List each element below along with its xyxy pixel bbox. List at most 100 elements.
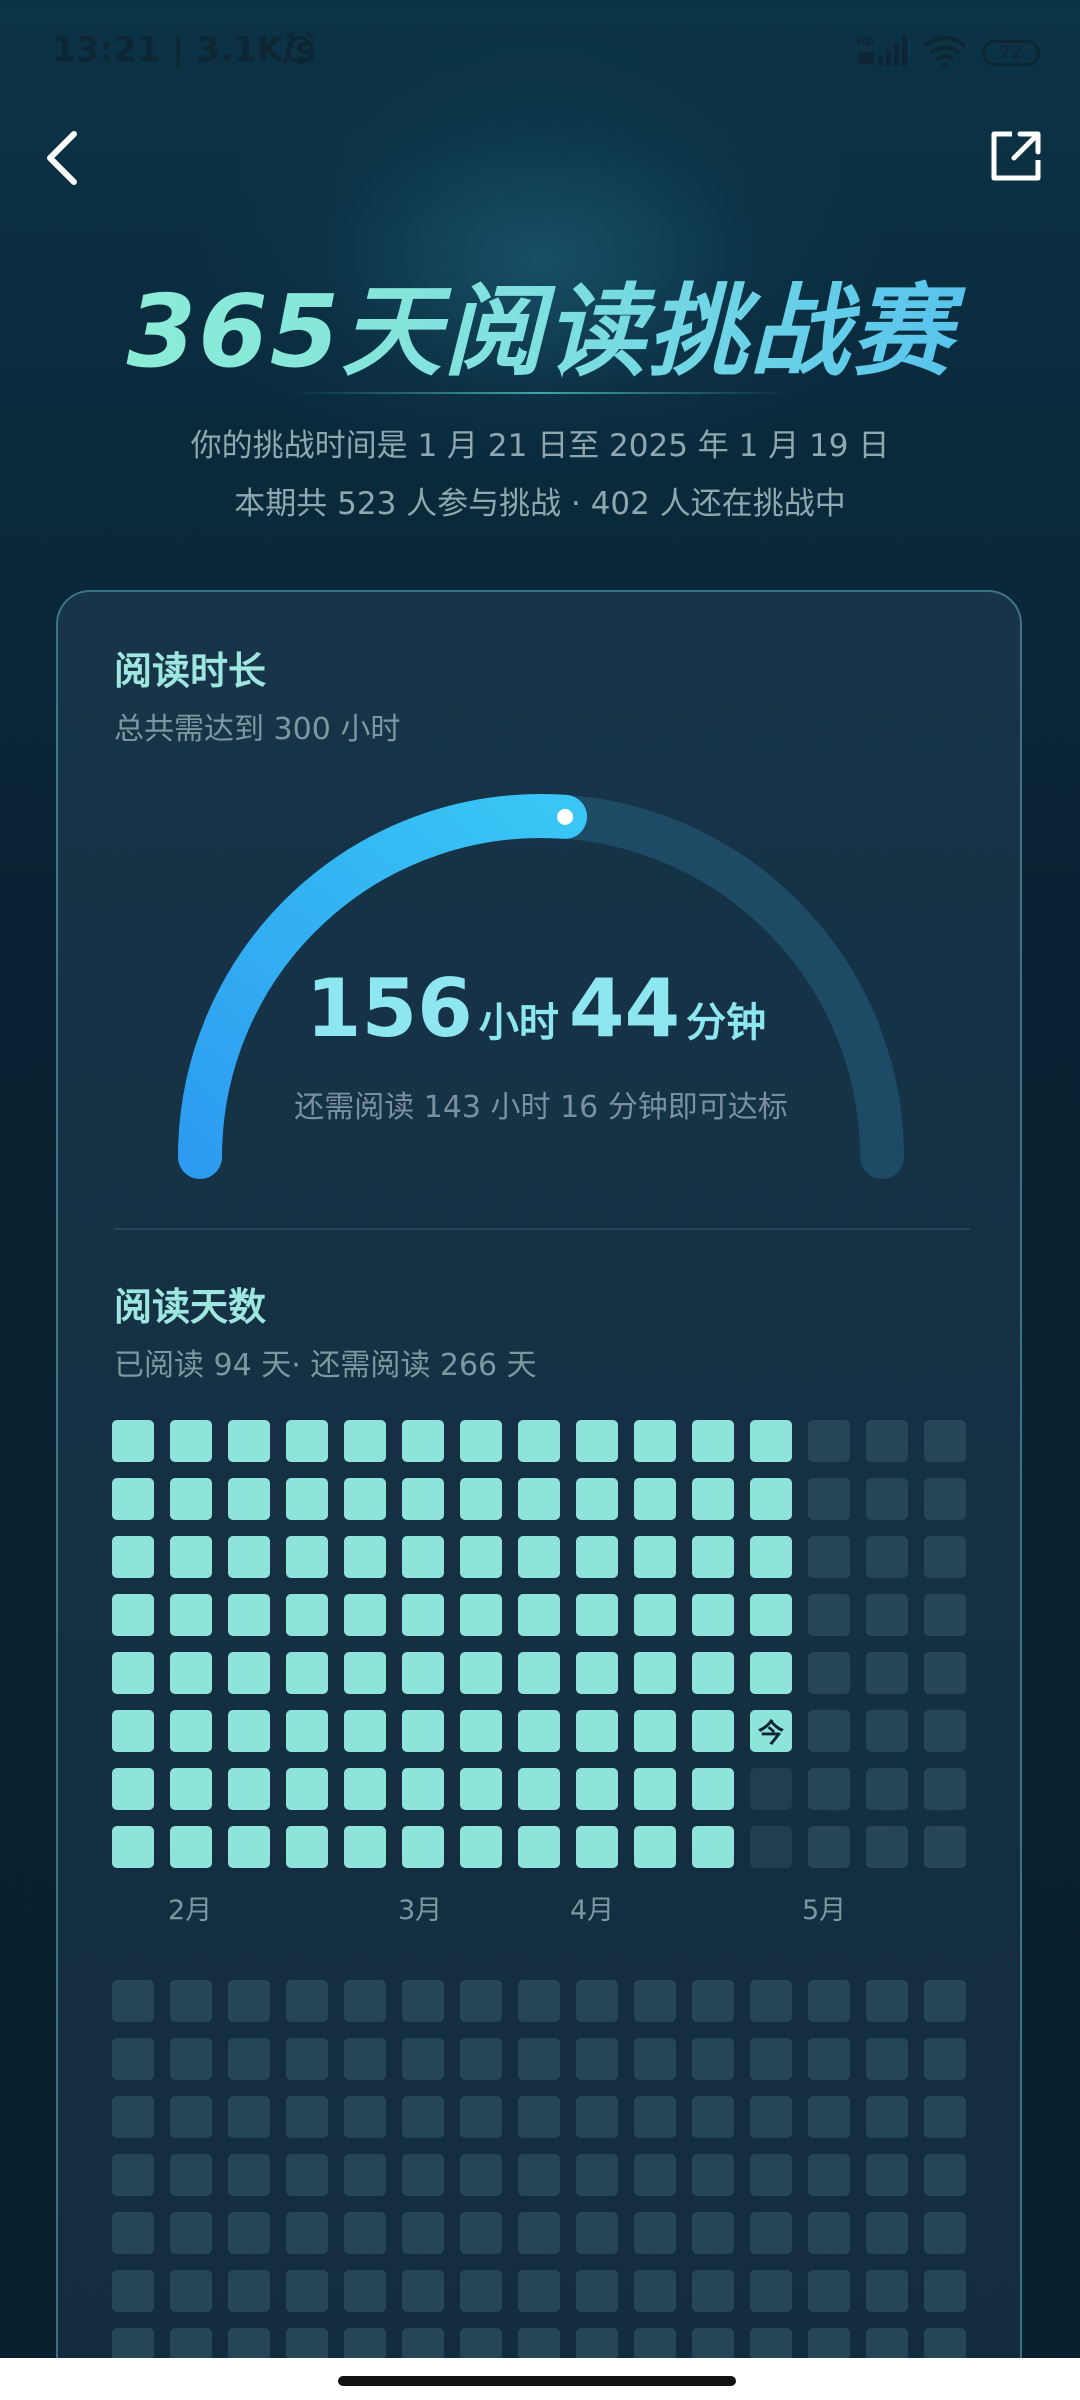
title-underline [290, 392, 790, 394]
day-cell-read [402, 1768, 444, 1810]
day-cell-unread [518, 2212, 560, 2254]
day-cell-read [692, 1652, 734, 1694]
reading-days-title: 阅读天数 [114, 1285, 267, 1329]
day-cell-unread [228, 1980, 270, 2022]
day-cell-unread [692, 2038, 734, 2080]
day-cell-unread [750, 2096, 792, 2138]
day-cell-read [228, 1420, 270, 1462]
day-cell-unread [460, 2154, 502, 2196]
day-cell-unread [518, 2154, 560, 2196]
month-label: 2月 [168, 1895, 213, 1926]
day-cell-unread [460, 2270, 502, 2312]
day-cell-unread [344, 2038, 386, 2080]
day-cell-unread [808, 2212, 850, 2254]
day-cell-read [286, 1710, 328, 1752]
day-cell-read [170, 1710, 212, 1752]
day-cell-unread [924, 1710, 966, 1752]
day-cell-unread [866, 1710, 908, 1752]
day-cell-unread [112, 2038, 154, 2080]
day-cell-unread [286, 1980, 328, 2022]
day-cell-read [576, 1768, 618, 1810]
day-cell-unread [866, 2154, 908, 2196]
day-cell-unread [808, 2270, 850, 2312]
day-cell-read [402, 1710, 444, 1752]
day-cell-unread [866, 2270, 908, 2312]
day-cell-read [750, 1536, 792, 1578]
day-cell-unread [866, 1594, 908, 1636]
day-cell-read [170, 1652, 212, 1694]
day-cell-unread [112, 2154, 154, 2196]
day-cell-unread [924, 2096, 966, 2138]
day-cell-read [344, 1420, 386, 1462]
day-cell-unread [692, 2096, 734, 2138]
day-cell-unread [460, 2096, 502, 2138]
day-cell-read [402, 1536, 444, 1578]
stats-card: 阅读时长 总共需达到 300 小时 156 小时 44 分钟 还需阅读 143 小时 … [56, 590, 1022, 2400]
day-cell-read [576, 1826, 618, 1868]
day-cell-unread [808, 1478, 850, 1520]
day-cell-unread [576, 2096, 618, 2138]
day-cell-unread [634, 2154, 676, 2196]
section-divider [114, 1228, 970, 1230]
day-cell-read [402, 1478, 444, 1520]
day-cell-read [518, 1536, 560, 1578]
day-cell-unread [634, 2212, 676, 2254]
day-cell-read [402, 1826, 444, 1868]
day-cell-unread [344, 1980, 386, 2022]
day-cell-read [170, 1768, 212, 1810]
page-title: 365天阅读挑战赛 [0, 250, 1080, 395]
status-right: HD 72 [856, 34, 1040, 72]
day-cell-read [634, 1710, 676, 1752]
day-cell-read [112, 1768, 154, 1810]
month-label: 5月 [802, 1895, 847, 1926]
day-cell-unread [750, 1980, 792, 2022]
day-cell-read [344, 1478, 386, 1520]
day-cell-unread [170, 2154, 212, 2196]
day-cell-read [286, 1768, 328, 1810]
day-cell-read [112, 1710, 154, 1752]
day-cell-read [112, 1536, 154, 1578]
day-cell-unread [460, 2212, 502, 2254]
day-cell-unread [750, 2038, 792, 2080]
day-cell-read [286, 1594, 328, 1636]
day-cell-unread [924, 1478, 966, 1520]
wifi-icon [922, 34, 968, 72]
day-cell-unread [286, 2038, 328, 2080]
day-cell-read [460, 1594, 502, 1636]
day-cell-unread [866, 1420, 908, 1462]
day-cell-unread [866, 2212, 908, 2254]
day-cell-unread [518, 2270, 560, 2312]
day-cell-read [634, 1420, 676, 1462]
day-cell-unread [924, 2212, 966, 2254]
day-cell-read [286, 1652, 328, 1694]
day-cell-unread [402, 2212, 444, 2254]
day-cell-read [460, 1768, 502, 1810]
day-cell-read [750, 1652, 792, 1694]
day-cell-unread [808, 1768, 850, 1810]
day-cell-unread [228, 2096, 270, 2138]
day-cell-unread [866, 1826, 908, 1868]
day-cell-unread [518, 1980, 560, 2022]
chevron-left-icon [47, 131, 77, 185]
day-cell-unread [924, 2270, 966, 2312]
day-cell-unread [866, 2038, 908, 2080]
day-cell-unread [924, 2154, 966, 2196]
day-cell-read [402, 1652, 444, 1694]
month-label: 4月 [570, 1895, 615, 1926]
day-cell-read [402, 1420, 444, 1462]
day-cell-read [460, 1652, 502, 1694]
home-indicator[interactable] [338, 2376, 736, 2386]
share-button[interactable] [986, 128, 1044, 186]
day-cell-read [112, 1594, 154, 1636]
day-cell-read [228, 1710, 270, 1752]
day-cell-unread [634, 1980, 676, 2022]
day-cell-unread [170, 2270, 212, 2312]
reading-time-total: 156 小时 44 分钟 [58, 962, 1024, 1055]
day-cell-unread [286, 2212, 328, 2254]
back-button[interactable] [38, 128, 88, 188]
day-cell-read [460, 1420, 502, 1462]
day-cell-read [750, 1594, 792, 1636]
day-cell-read [634, 1826, 676, 1868]
day-cell-unread [170, 2038, 212, 2080]
reading-days-summary: 已阅读 94 天· 还需阅读 266 天 [114, 1348, 537, 1383]
